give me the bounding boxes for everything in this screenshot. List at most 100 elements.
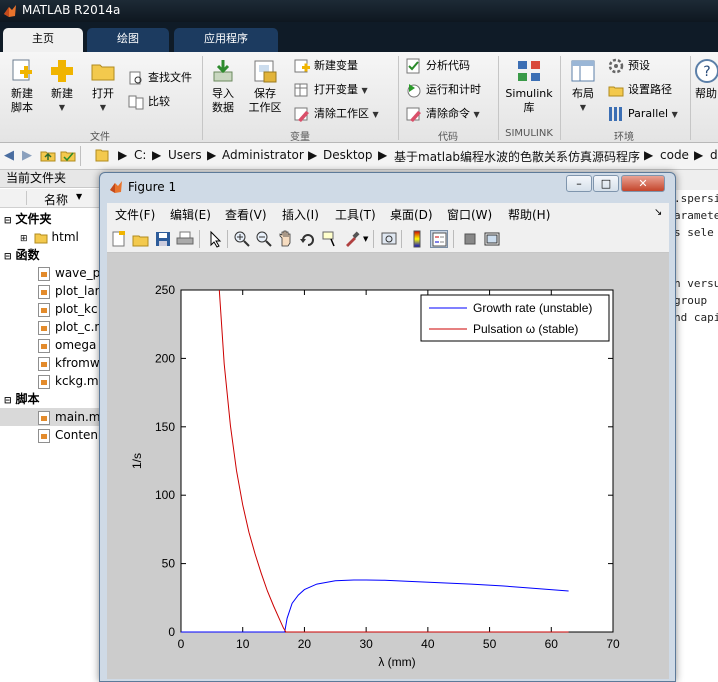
menu-tools[interactable]: 工具(T) bbox=[335, 206, 376, 223]
section-scripts[interactable]: ⊟ 脚本 bbox=[0, 390, 100, 408]
file-tree: ⊟ 文件夹 ⊞ html ⊟ 函数 wave_p plot_lar plot_kc p… bbox=[0, 210, 102, 444]
brush-icon[interactable] bbox=[343, 230, 361, 248]
breadcrumb-arrow-icon: ▶ bbox=[118, 148, 128, 162]
open-button[interactable]: 打开 ▼ bbox=[86, 58, 120, 115]
maximize-button[interactable]: □ bbox=[593, 175, 619, 192]
save-workspace-button[interactable]: 保存 工作区 bbox=[246, 58, 284, 115]
editor-code-panel: .spersi aramete s sele n versu group nd … bbox=[674, 190, 718, 682]
breadcrumb-segment[interactable]: Desktop bbox=[323, 148, 373, 162]
collapse-icon[interactable]: ⊟ bbox=[4, 396, 12, 406]
figure-canvas[interactable]: 0 10 20 30 40 50 60 70 0 50 100 150 200 250 λ (mm) 1/… bbox=[107, 253, 669, 679]
back-arrow-icon[interactable]: ◀ bbox=[4, 148, 14, 163]
code-line: .spersi bbox=[674, 192, 718, 205]
close-button[interactable]: ✕ bbox=[621, 175, 665, 192]
legend[interactable]: Growth rate (unstable) Pulsation ω (stab… bbox=[420, 294, 610, 342]
clear-commands-button[interactable]: 清除命令 ▼ bbox=[406, 104, 480, 124]
layout-button[interactable]: 布局 ▼ bbox=[565, 58, 601, 115]
link-plot-icon[interactable] bbox=[380, 230, 398, 248]
find-files-button[interactable]: 查找文件 bbox=[128, 68, 192, 88]
zoom-in-icon[interactable] bbox=[233, 230, 251, 248]
minimize-button[interactable]: – bbox=[566, 175, 592, 192]
menu-insert[interactable]: 插入(I) bbox=[282, 206, 319, 223]
list-item[interactable]: Conten bbox=[0, 426, 100, 444]
section-folders[interactable]: ⊟ 文件夹 bbox=[0, 210, 100, 228]
help-button[interactable]: ? 帮助 bbox=[694, 58, 718, 101]
run-and-time-button[interactable]: 运行和计时 bbox=[406, 80, 481, 100]
list-item[interactable]: kfromw bbox=[0, 354, 100, 372]
list-item[interactable]: plot_lar bbox=[0, 282, 100, 300]
clear-commands-icon bbox=[406, 106, 422, 122]
hide-plot-tools-icon[interactable] bbox=[461, 230, 479, 248]
print-icon[interactable] bbox=[176, 230, 194, 248]
open-label: 打开 bbox=[92, 87, 114, 100]
breadcrumb-segment[interactable]: Administrator bbox=[222, 148, 304, 162]
m-file-icon bbox=[38, 338, 50, 353]
preferences-button[interactable]: 预设 bbox=[608, 56, 650, 76]
up-folder-icon[interactable] bbox=[40, 147, 56, 166]
brush-dropdown-icon[interactable]: ▼ bbox=[363, 235, 368, 243]
menu-overflow-icon[interactable]: ↘ bbox=[654, 207, 662, 218]
breadcrumb-segment[interactable]: Users bbox=[168, 148, 202, 162]
menu-help[interactable]: 帮助(H) bbox=[508, 206, 550, 223]
pan-icon[interactable] bbox=[277, 230, 295, 248]
ribbon-separator bbox=[560, 56, 561, 140]
menu-window[interactable]: 窗口(W) bbox=[447, 206, 492, 223]
analyze-code-button[interactable]: 分析代码 bbox=[406, 56, 470, 76]
sort-down-icon[interactable]: ▼ bbox=[76, 192, 82, 201]
section-functions[interactable]: ⊟ 函数 bbox=[0, 246, 100, 264]
compare-icon bbox=[128, 94, 144, 110]
list-item-selected[interactable]: main.m bbox=[0, 408, 101, 426]
breadcrumb-segment[interactable]: 基于matlab编程水波的色散关系仿真源码程序 bbox=[394, 148, 640, 165]
list-item[interactable]: wave_p bbox=[0, 264, 100, 282]
colorbar-icon[interactable] bbox=[408, 230, 426, 248]
data-cursor-icon[interactable] bbox=[321, 230, 339, 248]
forward-arrow-icon[interactable]: ▶ bbox=[22, 148, 32, 163]
browse-folder-icon[interactable] bbox=[60, 147, 76, 166]
collapse-icon[interactable]: ⊟ bbox=[4, 252, 12, 262]
expand-icon[interactable]: ⊞ bbox=[20, 234, 28, 244]
breadcrumb-segment[interactable]: d bbox=[710, 148, 718, 162]
zoom-out-icon[interactable] bbox=[255, 230, 273, 248]
breadcrumb-segment[interactable]: C: bbox=[134, 148, 146, 162]
list-item[interactable]: plot_c.n bbox=[0, 318, 102, 336]
figure-window[interactable]: Figure 1 – □ ✕ 文件(F) 编辑(E) 查看(V) 插入(I) 工… bbox=[99, 172, 676, 682]
new-script-button[interactable]: 新建 脚本 bbox=[4, 58, 40, 115]
set-path-button[interactable]: 设置路径 bbox=[608, 80, 672, 100]
import-data-button[interactable]: 导入 数据 bbox=[206, 58, 240, 115]
figure-title-bar[interactable]: Figure 1 – □ ✕ bbox=[100, 173, 675, 201]
breadcrumb-segment[interactable]: code bbox=[660, 148, 689, 162]
tab-plots[interactable]: 绘图 bbox=[87, 28, 169, 52]
collapse-icon[interactable]: ⊟ bbox=[4, 216, 12, 226]
tab-apps[interactable]: 应用程序 bbox=[174, 28, 278, 52]
column-name-header[interactable]: 名称 bbox=[44, 191, 68, 208]
breadcrumb-arrow-icon: ▶ bbox=[694, 148, 704, 162]
plot-svg[interactable]: 0 10 20 30 40 50 60 70 0 50 100 150 200 250 λ (mm) 1/… bbox=[107, 253, 669, 679]
breadcrumb-arrow-icon: ▶ bbox=[644, 148, 654, 162]
list-item[interactable]: kckg.m bbox=[0, 372, 100, 390]
list-item[interactable]: plot_kc bbox=[0, 300, 100, 318]
rotate-3d-icon[interactable] bbox=[299, 230, 317, 248]
parallel-button[interactable]: Parallel ▼ bbox=[608, 104, 678, 124]
new-button[interactable]: 新建 ▼ bbox=[45, 58, 79, 115]
menu-view[interactable]: 查看(V) bbox=[225, 206, 267, 223]
open-variable-button[interactable]: 打开变量 ▼ bbox=[294, 80, 368, 100]
list-item[interactable]: ⊞ html bbox=[0, 228, 100, 246]
new-variable-button[interactable]: 新建变量 bbox=[294, 56, 358, 76]
pointer-icon[interactable] bbox=[206, 230, 224, 248]
list-item[interactable]: omega bbox=[0, 336, 100, 354]
open-file-icon[interactable] bbox=[132, 230, 150, 248]
simulink-library-button[interactable]: Simulink 库 bbox=[502, 58, 556, 115]
menu-file[interactable]: 文件(F) bbox=[115, 206, 155, 223]
tab-home[interactable]: 主页 bbox=[3, 28, 83, 52]
legend-icon[interactable] bbox=[430, 230, 448, 248]
m-file-icon bbox=[38, 356, 50, 371]
menu-desktop[interactable]: 桌面(D) bbox=[390, 206, 433, 223]
new-figure-icon[interactable] bbox=[110, 230, 128, 248]
clear-workspace-button[interactable]: 清除工作区 ▼ bbox=[294, 104, 379, 124]
menu-edit[interactable]: 编辑(E) bbox=[170, 206, 211, 223]
x-tick-label: 50 bbox=[483, 637, 497, 651]
show-plot-tools-icon[interactable] bbox=[483, 230, 501, 248]
save-icon[interactable] bbox=[154, 230, 172, 248]
compare-button[interactable]: 比较 bbox=[128, 92, 170, 112]
